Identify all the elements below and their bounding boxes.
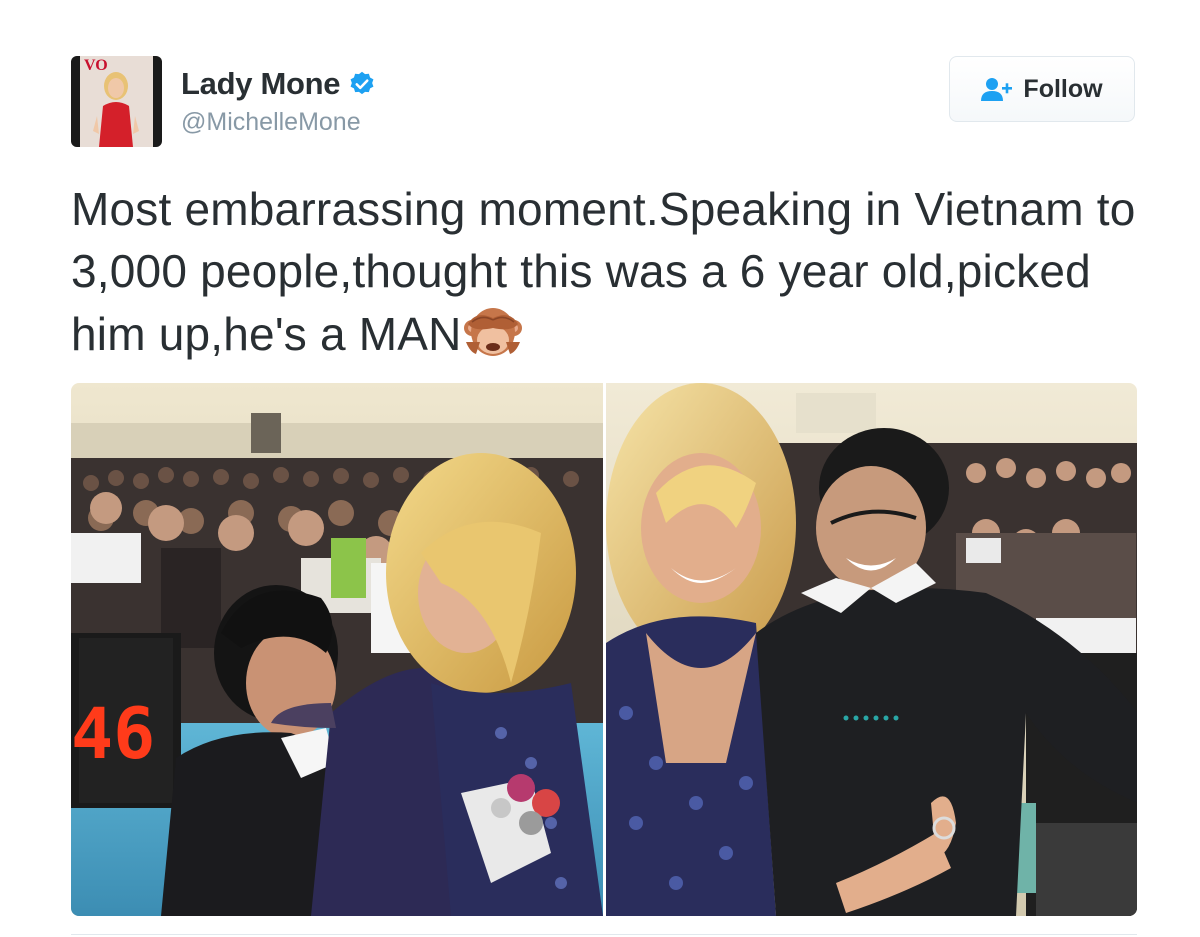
photo-icon: 46 (71, 383, 603, 916)
tweet-text-content: Most embarrassing moment.Speaking in Vie… (71, 183, 1136, 360)
tweet-media[interactable]: 46 (71, 383, 1137, 916)
display-name[interactable]: Lady Mone (181, 66, 341, 102)
photo-icon (605, 383, 1137, 916)
follow-button-label: Follow (1023, 74, 1103, 103)
media-photo-2[interactable] (605, 383, 1137, 916)
avatar-image: VO (71, 56, 162, 147)
follow-user-icon (981, 77, 1013, 101)
scoreboard-text: 46 (71, 693, 155, 775)
avatar-magazine-text: VO (84, 57, 108, 74)
follow-button[interactable]: Follow (949, 56, 1135, 122)
avatar[interactable]: VO (71, 56, 162, 147)
user-handle[interactable]: @MichelleMone (181, 108, 376, 137)
verified-badge-icon (348, 70, 376, 98)
media-photo-1[interactable]: 46 (71, 383, 603, 916)
tweet-card: VO Lady Mone @MichelleMone Follow Most e… (0, 0, 1200, 937)
bottom-divider (71, 934, 1137, 935)
user-info: Lady Mone @MichelleMone (181, 66, 376, 137)
tweet-text: Most embarrassing moment.Speaking in Vie… (71, 178, 1151, 365)
see-no-evil-monkey-icon (462, 302, 524, 360)
